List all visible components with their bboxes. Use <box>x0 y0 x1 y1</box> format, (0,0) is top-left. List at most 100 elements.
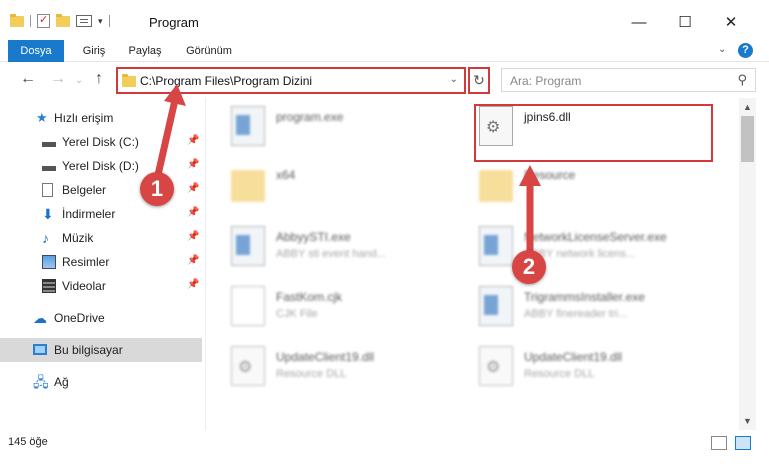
navigation-pane: ★ Hızlı erişim Yerel Disk (C:) 📌 Yerel D… <box>0 98 206 430</box>
title-bar: ▾ Program — ☐ ✕ <box>0 0 769 40</box>
details-view-icon[interactable] <box>711 436 727 450</box>
scroll-down-icon[interactable]: ▼ <box>743 416 752 426</box>
pictures-icon <box>42 255 56 269</box>
address-bar[interactable]: C:\Program Files\Program Dizini ⌄ <box>116 67 466 94</box>
pin-icon: 📌 <box>187 207 200 218</box>
sidebar-item-pictures[interactable]: Resimler 📌 <box>0 250 202 274</box>
file-item[interactable]: FastKom.cjk CJK File <box>206 284 446 336</box>
sidebar-item-label: Videolar <box>62 279 106 293</box>
navigation-bar: ← → ⌄ ↑ C:\Program Files\Program Dizini … <box>0 62 769 98</box>
file-description: CJK File <box>276 308 318 320</box>
sidebar-item-music[interactable]: ♪ Müzik 📌 <box>0 226 202 250</box>
file-item[interactable]: ⚙ UpdateClient19.dll Resource DLL <box>454 344 694 396</box>
file-name: AbbyySTI.exe <box>276 230 351 244</box>
folder-icon[interactable] <box>10 13 24 27</box>
recent-locations-icon[interactable]: ⌄ <box>75 75 83 86</box>
file-item[interactable]: program.exe <box>206 104 446 156</box>
scrollbar-thumb[interactable] <box>741 116 754 162</box>
sidebar-item-this-pc[interactable]: Bu bilgisayar <box>0 338 202 362</box>
pin-icon: 📌 <box>187 255 200 266</box>
sidebar-item-label: Yerel Disk (D:) <box>62 159 139 173</box>
exe-icon <box>479 226 513 266</box>
toolbar-divider <box>108 15 110 27</box>
file-item[interactable]: NetworkLicenseServer.exe ABBY network li… <box>454 224 694 276</box>
search-input[interactable]: Ara: Program ⚲ <box>501 68 756 92</box>
address-path[interactable]: C:\Program Files\Program Dizini <box>140 74 312 88</box>
window-title: Program <box>149 15 199 30</box>
folder-icon <box>479 170 513 202</box>
vertical-scrollbar[interactable]: ▲ ▼ <box>739 98 756 430</box>
star-icon: ★ <box>36 110 48 125</box>
sidebar-item-local-disk-c[interactable]: Yerel Disk (C:) 📌 <box>0 130 202 154</box>
tab-share[interactable]: Paylaş <box>122 40 168 62</box>
pin-icon: 📌 <box>187 231 200 242</box>
sidebar-item-downloads[interactable]: ⬇ İndirmeler 📌 <box>0 202 202 226</box>
exe-icon <box>231 226 265 266</box>
customize-toolbar-icon[interactable]: ▾ <box>98 16 103 27</box>
file-name: UpdateClient19.dll <box>276 350 375 364</box>
file-item[interactable]: ⚙ UpdateClient19.dll Resource DLL <box>206 344 446 396</box>
disk-icon <box>42 159 56 173</box>
new-folder-icon[interactable] <box>56 13 70 27</box>
file-icon <box>231 286 265 326</box>
folder-icon <box>122 74 136 87</box>
file-description: ABBY finereader tri... <box>524 308 628 320</box>
chevron-down-icon[interactable]: ⌄ <box>450 74 458 85</box>
cloud-icon: ☁ <box>33 310 47 326</box>
tab-file[interactable]: Dosya <box>8 40 64 62</box>
properties-check-icon[interactable] <box>37 13 50 28</box>
gear-icon: ⚙ <box>486 359 501 376</box>
properties-icon[interactable] <box>76 15 92 27</box>
file-name: program.exe <box>276 110 344 124</box>
sidebar-item-label: Yerel Disk (C:) <box>62 135 139 149</box>
quick-access-toolbar: ▾ <box>10 13 110 28</box>
large-icons-view-icon[interactable] <box>735 436 751 450</box>
sidebar-item-quick-access[interactable]: ★ Hızlı erişim <box>0 106 202 130</box>
step-1-badge: 1 <box>140 172 174 206</box>
maximize-button[interactable]: ☐ <box>662 8 708 38</box>
folder-icon <box>231 170 265 202</box>
minimize-button[interactable]: — <box>616 8 662 38</box>
help-icon[interactable]: ? <box>738 43 753 58</box>
sidebar-item-label: Belgeler <box>62 183 107 197</box>
search-icon: ⚲ <box>737 72 747 87</box>
file-description: Resource DLL <box>524 368 595 380</box>
back-icon[interactable]: ← <box>20 70 36 88</box>
sidebar-item-label: OneDrive <box>54 311 105 325</box>
music-icon: ♪ <box>42 230 49 246</box>
pin-icon: 📌 <box>187 183 200 194</box>
file-name: TrigrammsInstaller.exe <box>524 290 645 304</box>
file-item[interactable]: TrigrammsInstaller.exe ABBY finereader t… <box>454 284 694 336</box>
file-name: FastKom.cjk <box>276 290 343 304</box>
refresh-button[interactable]: ↻ <box>468 67 490 94</box>
expand-ribbon-icon[interactable]: ⌄ <box>718 44 726 55</box>
file-description: ABBY sti event hand... <box>276 248 386 260</box>
sidebar-item-local-disk-d[interactable]: Yerel Disk (D:) 📌 <box>0 154 202 178</box>
dll-icon: ⚙ <box>231 346 265 386</box>
forward-icon[interactable]: → <box>50 70 66 88</box>
tab-view[interactable]: Görünüm <box>178 40 240 62</box>
pin-icon: 📌 <box>187 279 200 290</box>
pin-icon: 📌 <box>187 135 200 146</box>
ribbon: Dosya Giriş Paylaş Görünüm ⌄ ? <box>0 40 769 62</box>
sidebar-item-network[interactable]: 🖧 Ağ <box>0 370 202 394</box>
sidebar-item-label: Resimler <box>62 255 110 269</box>
exe-icon <box>479 286 513 326</box>
sidebar-item-label: Bu bilgisayar <box>54 343 123 357</box>
search-placeholder: Ara: Program <box>510 74 582 88</box>
sidebar-item-videos[interactable]: Videolar 📌 <box>0 274 202 298</box>
up-icon[interactable]: ↑ <box>95 70 103 88</box>
close-button[interactable]: ✕ <box>708 8 754 38</box>
network-icon: 🖧 <box>33 374 49 390</box>
tab-home[interactable]: Giriş <box>72 40 116 62</box>
dll-icon: ⚙ <box>479 346 513 386</box>
exe-icon <box>231 106 265 146</box>
sidebar-item-onedrive[interactable]: ☁ OneDrive <box>0 306 202 330</box>
file-item[interactable]: x64 <box>206 162 446 214</box>
file-item[interactable]: AbbyySTI.exe ABBY sti event hand... <box>206 224 446 276</box>
file-item[interactable]: Resource <box>454 162 694 214</box>
sidebar-item-label: Hızlı erişim <box>54 111 114 125</box>
gear-icon: ⚙ <box>238 359 253 376</box>
disk-icon <box>42 135 56 149</box>
scroll-up-icon[interactable]: ▲ <box>743 102 752 112</box>
